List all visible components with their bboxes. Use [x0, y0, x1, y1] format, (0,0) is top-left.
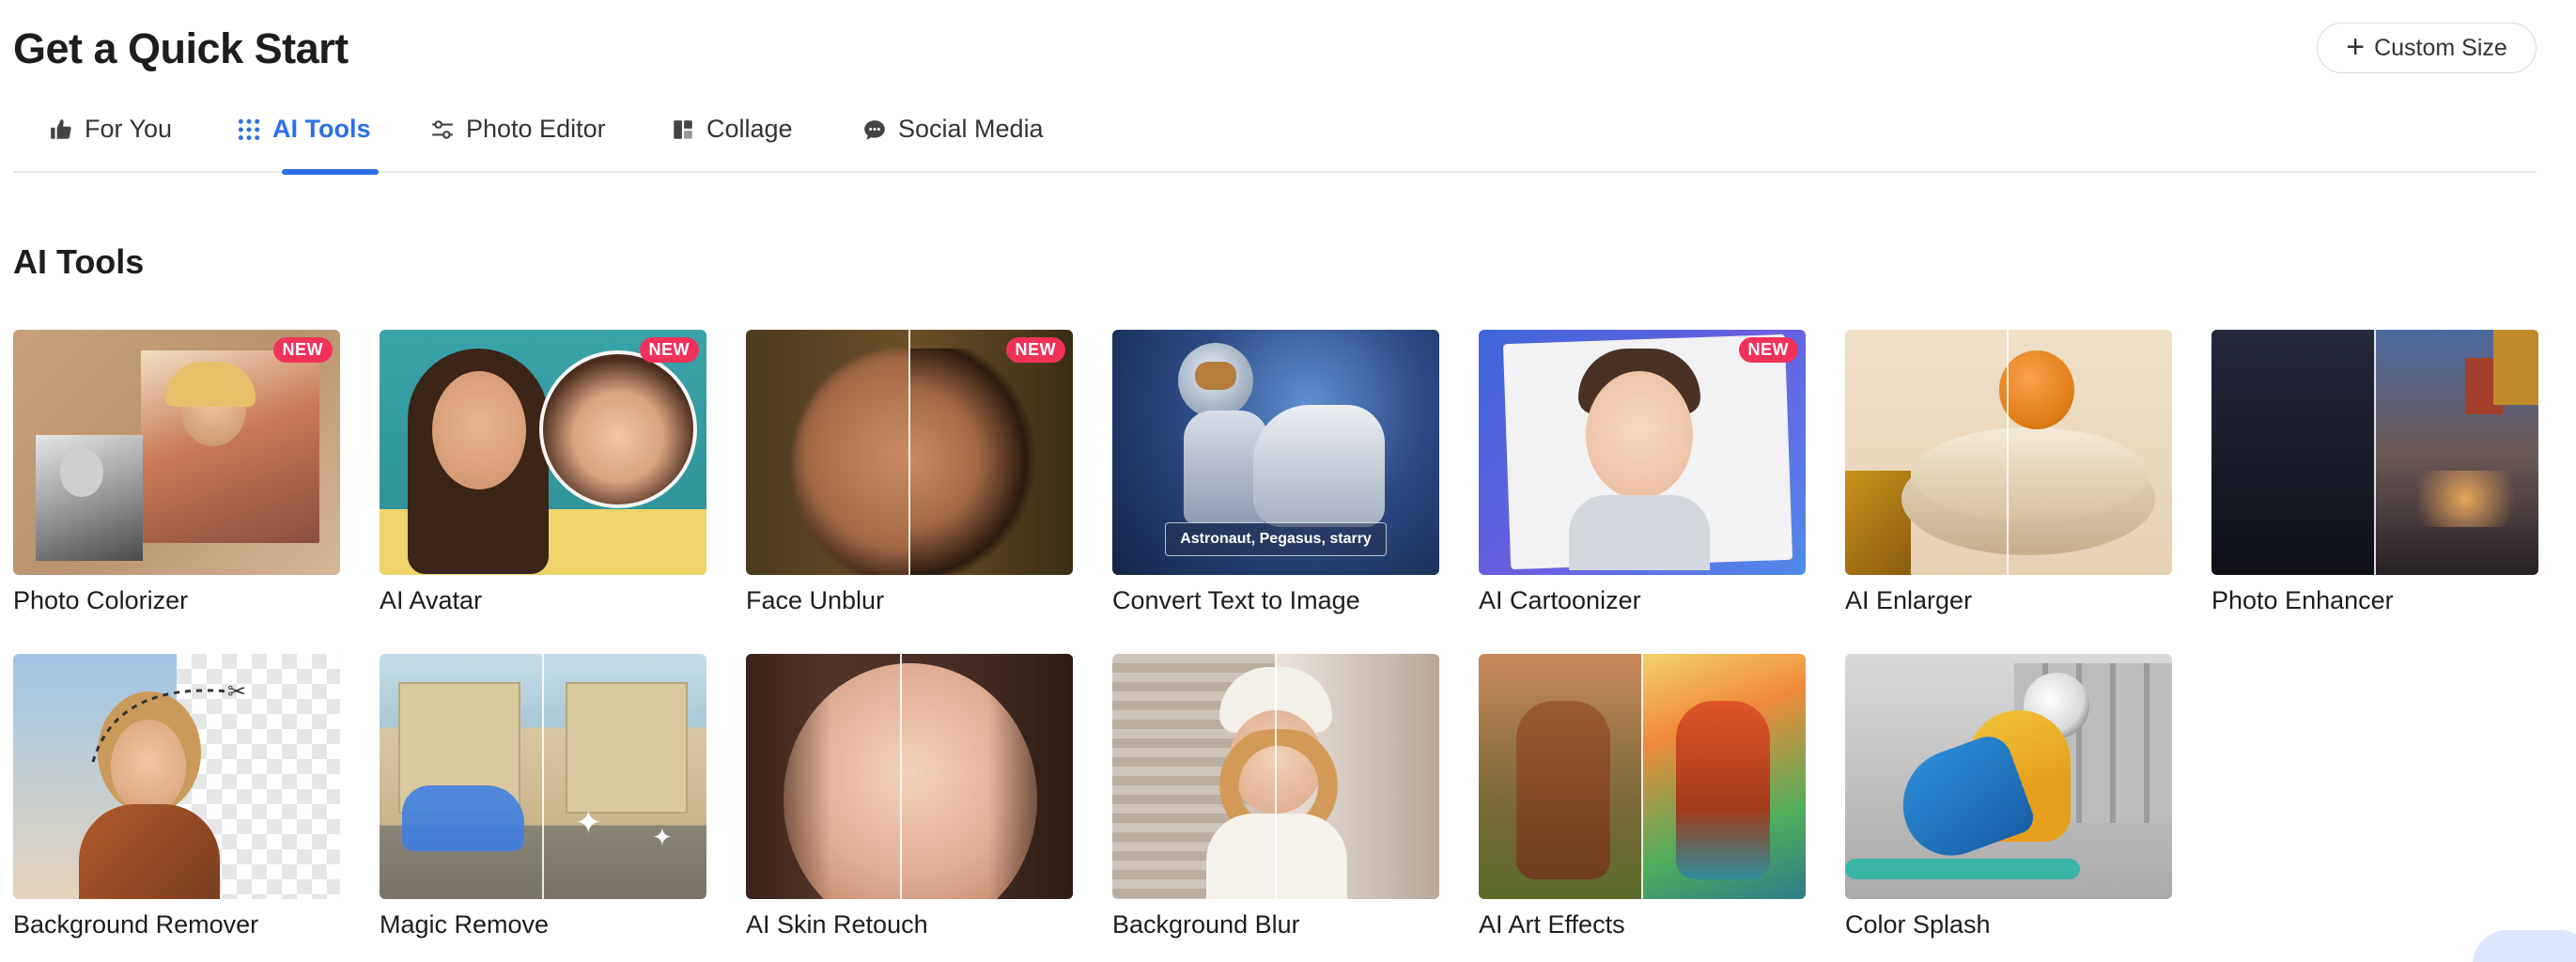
chat-bubbles-icon	[864, 120, 885, 140]
face-unblur-thumbnail: NEW	[746, 330, 1073, 575]
tool-card-ai-enlarger[interactable]: AI Enlarger	[1845, 330, 2172, 615]
tool-label: Convert Text to Image	[1112, 586, 1360, 614]
prompt-text-box: Astronaut, Pegasus, starry	[1165, 522, 1387, 556]
tool-label: Magic Remove	[380, 910, 550, 939]
tool-card-ai-cartoonizer[interactable]: NEW AI Cartoonizer	[1479, 330, 1806, 615]
tool-card-photo-enhancer[interactable]: Photo Enhancer	[2211, 330, 2538, 615]
compare-divider	[542, 654, 544, 899]
tab-collage[interactable]: Collage	[671, 105, 793, 173]
tab-bar: For You AI Tools Photo Editor Collage So…	[13, 105, 2537, 175]
new-badge: NEW	[1738, 337, 1798, 363]
compare-divider	[2007, 330, 2009, 575]
compare-divider	[900, 654, 902, 899]
tool-label: Background Blur	[1112, 910, 1300, 939]
new-badge: NEW	[639, 337, 699, 363]
compare-divider	[908, 330, 910, 575]
tab-social-media[interactable]: Social Media	[862, 105, 1044, 173]
tab-label: AI Tools	[272, 115, 371, 143]
section-title: AI Tools	[13, 242, 145, 281]
photo-colorizer-thumbnail: NEW	[13, 330, 340, 575]
help-chat-button[interactable]	[2473, 930, 2576, 962]
tool-card-convert-text-to-image[interactable]: Astronaut, Pegasus, starry Convert Text …	[1112, 330, 1439, 615]
grid-dots-icon	[238, 118, 260, 141]
tool-card-background-blur[interactable]: Background Blur	[1112, 654, 1439, 939]
collage-icon	[674, 120, 692, 139]
plus-icon: +	[2346, 28, 2366, 65]
header: Get a Quick Start + Custom Size	[13, 21, 2537, 77]
tab-label: Social Media	[898, 115, 1044, 143]
tab-label: For You	[85, 115, 173, 143]
ai-cartoonizer-thumbnail: NEW	[1479, 330, 1806, 575]
tool-label: AI Skin Retouch	[746, 910, 928, 939]
new-badge: NEW	[1005, 337, 1065, 363]
active-tab-indicator	[282, 169, 379, 175]
tool-card-ai-skin-retouch[interactable]: AI Skin Retouch	[746, 654, 1073, 939]
tab-for-you[interactable]: For You	[49, 105, 172, 173]
tool-label: AI Enlarger	[1845, 586, 1973, 614]
ai-skin-retouch-thumbnail	[746, 654, 1073, 899]
photo-enhancer-thumbnail	[2211, 330, 2538, 575]
compare-divider	[1275, 654, 1277, 899]
background-remover-thumbnail: ✂	[13, 654, 340, 899]
thumbs-up-icon	[51, 119, 71, 139]
custom-size-label: Custom Size	[2374, 34, 2507, 61]
ai-enlarger-thumbnail	[1845, 330, 2172, 575]
tool-label: Background Remover	[13, 910, 259, 939]
tool-label: AI Art Effects	[1479, 910, 1625, 939]
background-blur-thumbnail	[1112, 654, 1439, 899]
tool-label: AI Avatar	[380, 586, 483, 614]
ai-avatar-thumbnail: NEW	[380, 330, 706, 575]
color-splash-thumbnail	[1845, 654, 2172, 899]
tab-photo-editor[interactable]: Photo Editor	[430, 105, 606, 173]
cut-path-icon: ✂	[91, 679, 246, 763]
tab-ai-tools[interactable]: AI Tools	[237, 105, 379, 175]
tab-label: Collage	[706, 115, 793, 143]
tool-label: Photo Colorizer	[13, 586, 189, 614]
tool-card-photo-colorizer[interactable]: NEW Photo Colorizer	[13, 330, 340, 615]
tool-card-magic-remove[interactable]: ✦ ✦ Magic Remove	[380, 654, 706, 939]
tool-label: Face Unblur	[746, 586, 885, 614]
tool-card-background-remover[interactable]: ✂ Background Remover	[13, 654, 340, 939]
convert-text-to-image-thumbnail: Astronaut, Pegasus, starry	[1112, 330, 1439, 575]
compare-divider	[1641, 654, 1643, 899]
tool-card-color-splash[interactable]: Color Splash	[1845, 654, 2172, 939]
svg-text:✂: ✂	[227, 679, 246, 705]
custom-size-button[interactable]: + Custom Size	[2317, 23, 2537, 73]
sliders-icon	[432, 120, 453, 139]
compare-divider	[2374, 330, 2376, 575]
tool-label: Photo Enhancer	[2211, 586, 2394, 614]
tool-label: AI Cartoonizer	[1479, 586, 1641, 614]
magic-remove-thumbnail: ✦ ✦	[380, 654, 706, 899]
tool-card-face-unblur[interactable]: NEW Face Unblur	[746, 330, 1073, 615]
page-title: Get a Quick Start	[13, 24, 349, 72]
new-badge: NEW	[272, 337, 333, 363]
tool-card-ai-avatar[interactable]: NEW AI Avatar	[380, 330, 706, 615]
tool-label: Color Splash	[1845, 910, 1991, 939]
tool-card-ai-art-effects[interactable]: AI Art Effects	[1479, 654, 1806, 939]
tab-label: Photo Editor	[466, 115, 606, 143]
ai-art-effects-thumbnail	[1479, 654, 1806, 899]
